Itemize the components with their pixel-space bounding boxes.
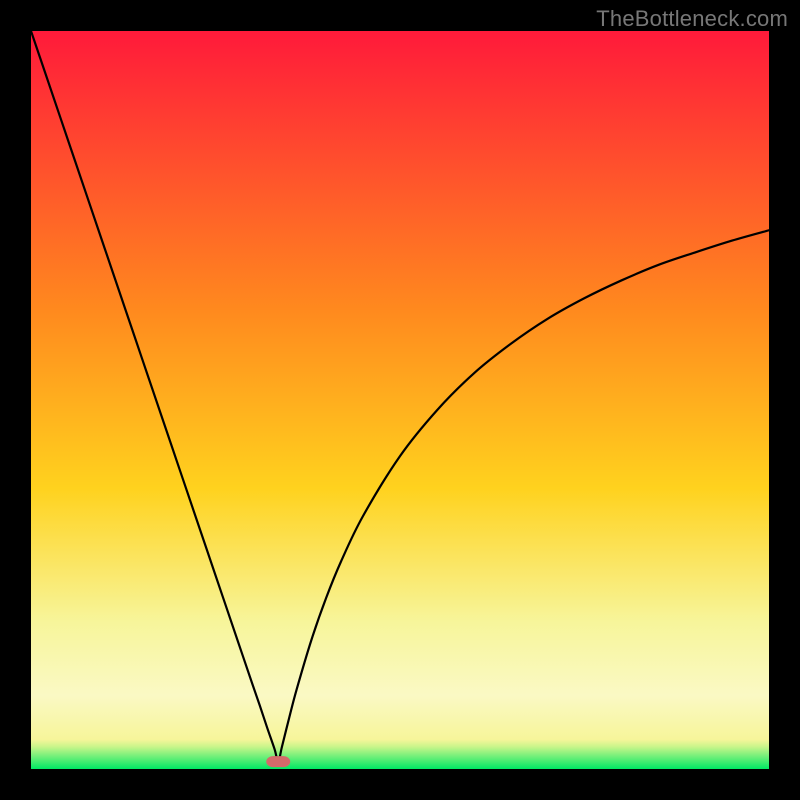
watermark-text: TheBottleneck.com <box>596 6 788 32</box>
chart-frame: TheBottleneck.com <box>0 0 800 800</box>
plot-area <box>31 31 769 769</box>
chart-svg <box>31 31 769 769</box>
gradient-background <box>31 31 769 769</box>
minimum-marker <box>266 756 290 767</box>
